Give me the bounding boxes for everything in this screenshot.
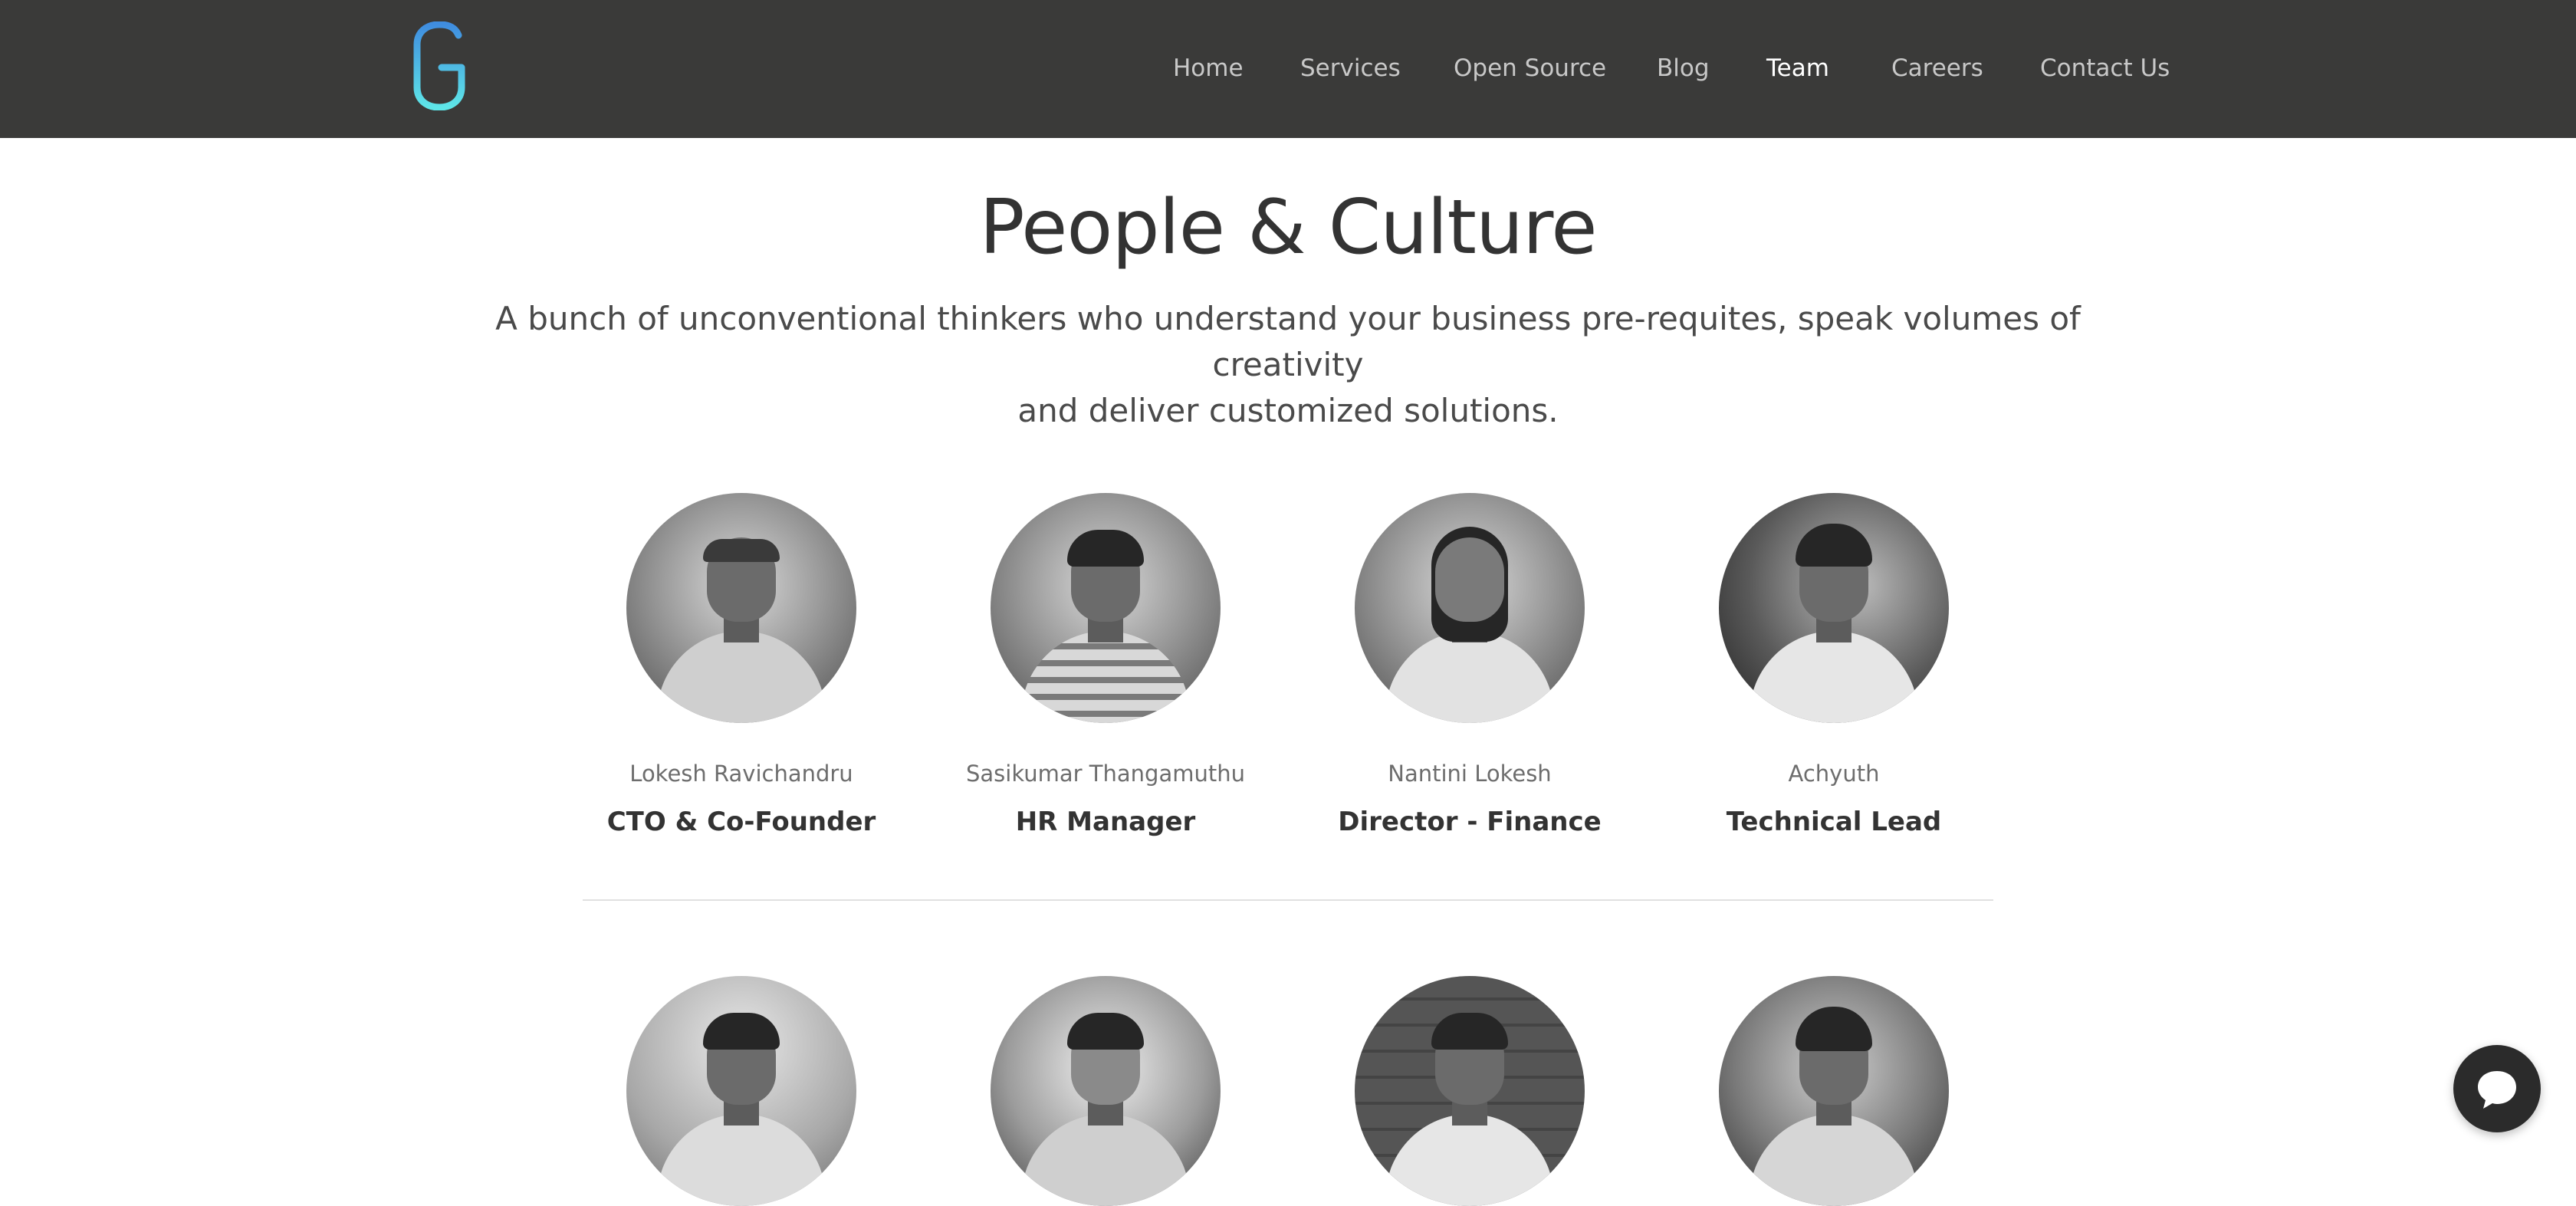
- section-divider: [583, 899, 1993, 901]
- nav-team[interactable]: Team: [1766, 52, 1829, 84]
- member-role: CTO & Co-Founder: [606, 807, 876, 837]
- nav-home[interactable]: Home: [1173, 52, 1244, 84]
- member-name: Nantini Lokesh: [1388, 761, 1552, 787]
- nav-open-source[interactable]: Open Source: [1454, 52, 1606, 84]
- team-member-card: Lokesh Ravichandru CTO & Co-Founder: [573, 493, 910, 840]
- site-header: Home Services Open Source Blog Team Care…: [0, 0, 2576, 138]
- team-member-card: [1301, 976, 1638, 1206]
- avatar: [1719, 493, 1949, 723]
- nav-blog[interactable]: Blog: [1657, 52, 1710, 84]
- nav-careers[interactable]: Careers: [1891, 52, 1983, 84]
- team-member-card: Nantini Lokesh Director - Finance: [1301, 493, 1638, 840]
- main-nav: Home Services Open Source Blog Team Care…: [0, 0, 2576, 138]
- member-name: Lokesh Ravichandru: [629, 761, 853, 787]
- page-subtitle-line-2: and deliver customized solutions.: [1017, 392, 1559, 429]
- member-name: Sasikumar Thangamuthu: [966, 761, 1245, 787]
- avatar: [991, 493, 1221, 723]
- avatar: [626, 976, 856, 1206]
- page-subtitle-line-1: A bunch of unconventional thinkers who u…: [495, 300, 2081, 383]
- member-role: Director - Finance: [1338, 807, 1602, 837]
- page-subtitle: A bunch of unconventional thinkers who u…: [445, 296, 2131, 434]
- team-member-card: [573, 976, 910, 1206]
- avatar: [1355, 493, 1585, 723]
- member-role: Technical Lead: [1726, 807, 1942, 837]
- avatar: [1719, 976, 1949, 1206]
- team-member-card: Sasikumar Thangamuthu HR Manager: [937, 493, 1274, 840]
- member-role: HR Manager: [1015, 807, 1196, 837]
- nav-contact-us[interactable]: Contact Us: [2040, 52, 2170, 84]
- team-member-card: Achyuth Technical Lead: [1665, 493, 2003, 840]
- member-name: Achyuth: [1788, 761, 1880, 787]
- team-member-card: [937, 976, 1274, 1206]
- page-title: People & Culture: [979, 184, 1597, 271]
- chat-bubble-icon: [2478, 1071, 2516, 1109]
- avatar: [1355, 976, 1585, 1206]
- chat-button[interactable]: [2453, 1045, 2541, 1132]
- avatar: [991, 976, 1221, 1206]
- team-member-card: [1665, 976, 2003, 1206]
- avatar: [626, 493, 856, 723]
- nav-services[interactable]: Services: [1300, 52, 1401, 84]
